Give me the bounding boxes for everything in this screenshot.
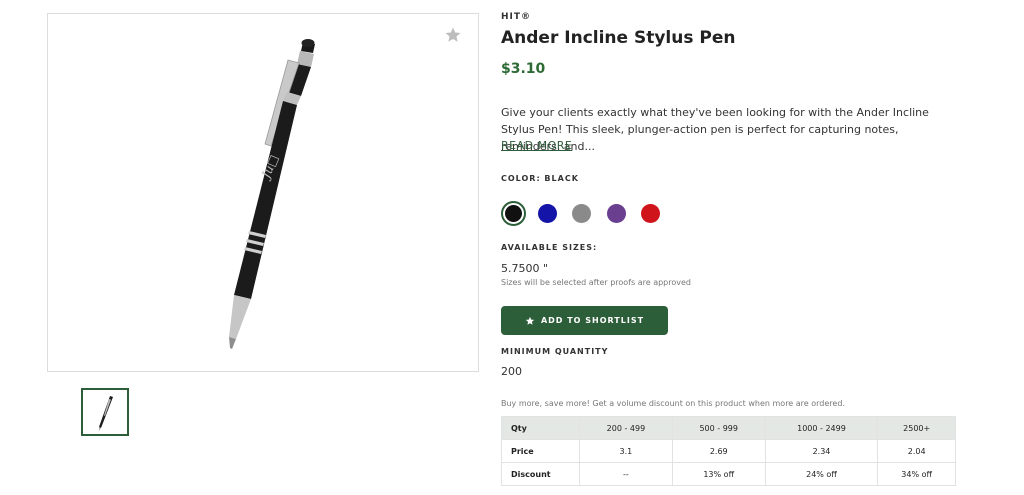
table-cell: 2.04 — [877, 439, 956, 463]
color-label: COLOR: BLACK — [501, 174, 579, 183]
star-icon — [525, 316, 535, 325]
read-more-link[interactable]: READ MORE — [501, 139, 572, 152]
product-price: $3.10 — [501, 61, 546, 77]
minimum-quantity-value: 200 — [501, 365, 522, 378]
table-cell: Price — [501, 439, 580, 463]
pen-image: Ju□ — [229, 39, 315, 349]
size-value: 5.7500 " — [501, 262, 549, 275]
table-row: Price 3.1 2.69 2.34 2.04 — [501, 439, 956, 463]
table-cell: -- — [579, 462, 673, 486]
table-cell: 2.69 — [671, 439, 766, 463]
table-cell: 2.34 — [764, 439, 879, 463]
table-header-row: Qty 200 - 499 500 - 999 1000 - 2499 2500… — [501, 416, 956, 440]
swatch-purple[interactable] — [607, 204, 626, 223]
table-cell: 34% off — [877, 462, 956, 486]
swatch-gray[interactable] — [572, 204, 591, 223]
swatch-black[interactable] — [501, 201, 526, 226]
table-cell: Discount — [501, 462, 580, 486]
add-to-shortlist-button[interactable]: ADD TO SHORTLIST — [501, 306, 668, 335]
table-cell: 3.1 — [579, 439, 673, 463]
shortlist-label: ADD TO SHORTLIST — [540, 316, 645, 325]
product-main-image: Ju□ — [47, 13, 479, 372]
swatch-blue[interactable] — [538, 204, 557, 223]
table-header-cell: 500 - 999 — [671, 416, 766, 440]
pen-thumbnail-icon — [99, 396, 113, 431]
sizes-label: AVAILABLE SIZES: — [501, 243, 598, 252]
table-header-cell: 200 - 499 — [579, 416, 673, 440]
table-header-cell: Qty — [501, 416, 580, 440]
size-note: Sizes will be selected after proofs are … — [501, 278, 691, 287]
table-cell: 13% off — [671, 462, 766, 486]
product-title: Ander Incline Stylus Pen — [501, 28, 736, 48]
swatch-red[interactable] — [641, 204, 660, 223]
table-cell: 24% off — [764, 462, 879, 486]
product-thumbnail[interactable] — [81, 388, 129, 436]
table-header-cell: 1000 - 2499 — [764, 416, 879, 440]
brand-name: HIT® — [501, 12, 532, 22]
volume-pricing-table: Qty 200 - 499 500 - 999 1000 - 2499 2500… — [501, 416, 956, 486]
favorite-star-icon[interactable] — [444, 26, 462, 44]
table-row: Discount -- 13% off 24% off 34% off — [501, 462, 956, 486]
table-header-cell: 2500+ — [877, 416, 956, 440]
minimum-quantity-label: MINIMUM QUANTITY — [501, 347, 609, 356]
volume-discount-note: Buy more, save more! Get a volume discou… — [501, 399, 845, 408]
